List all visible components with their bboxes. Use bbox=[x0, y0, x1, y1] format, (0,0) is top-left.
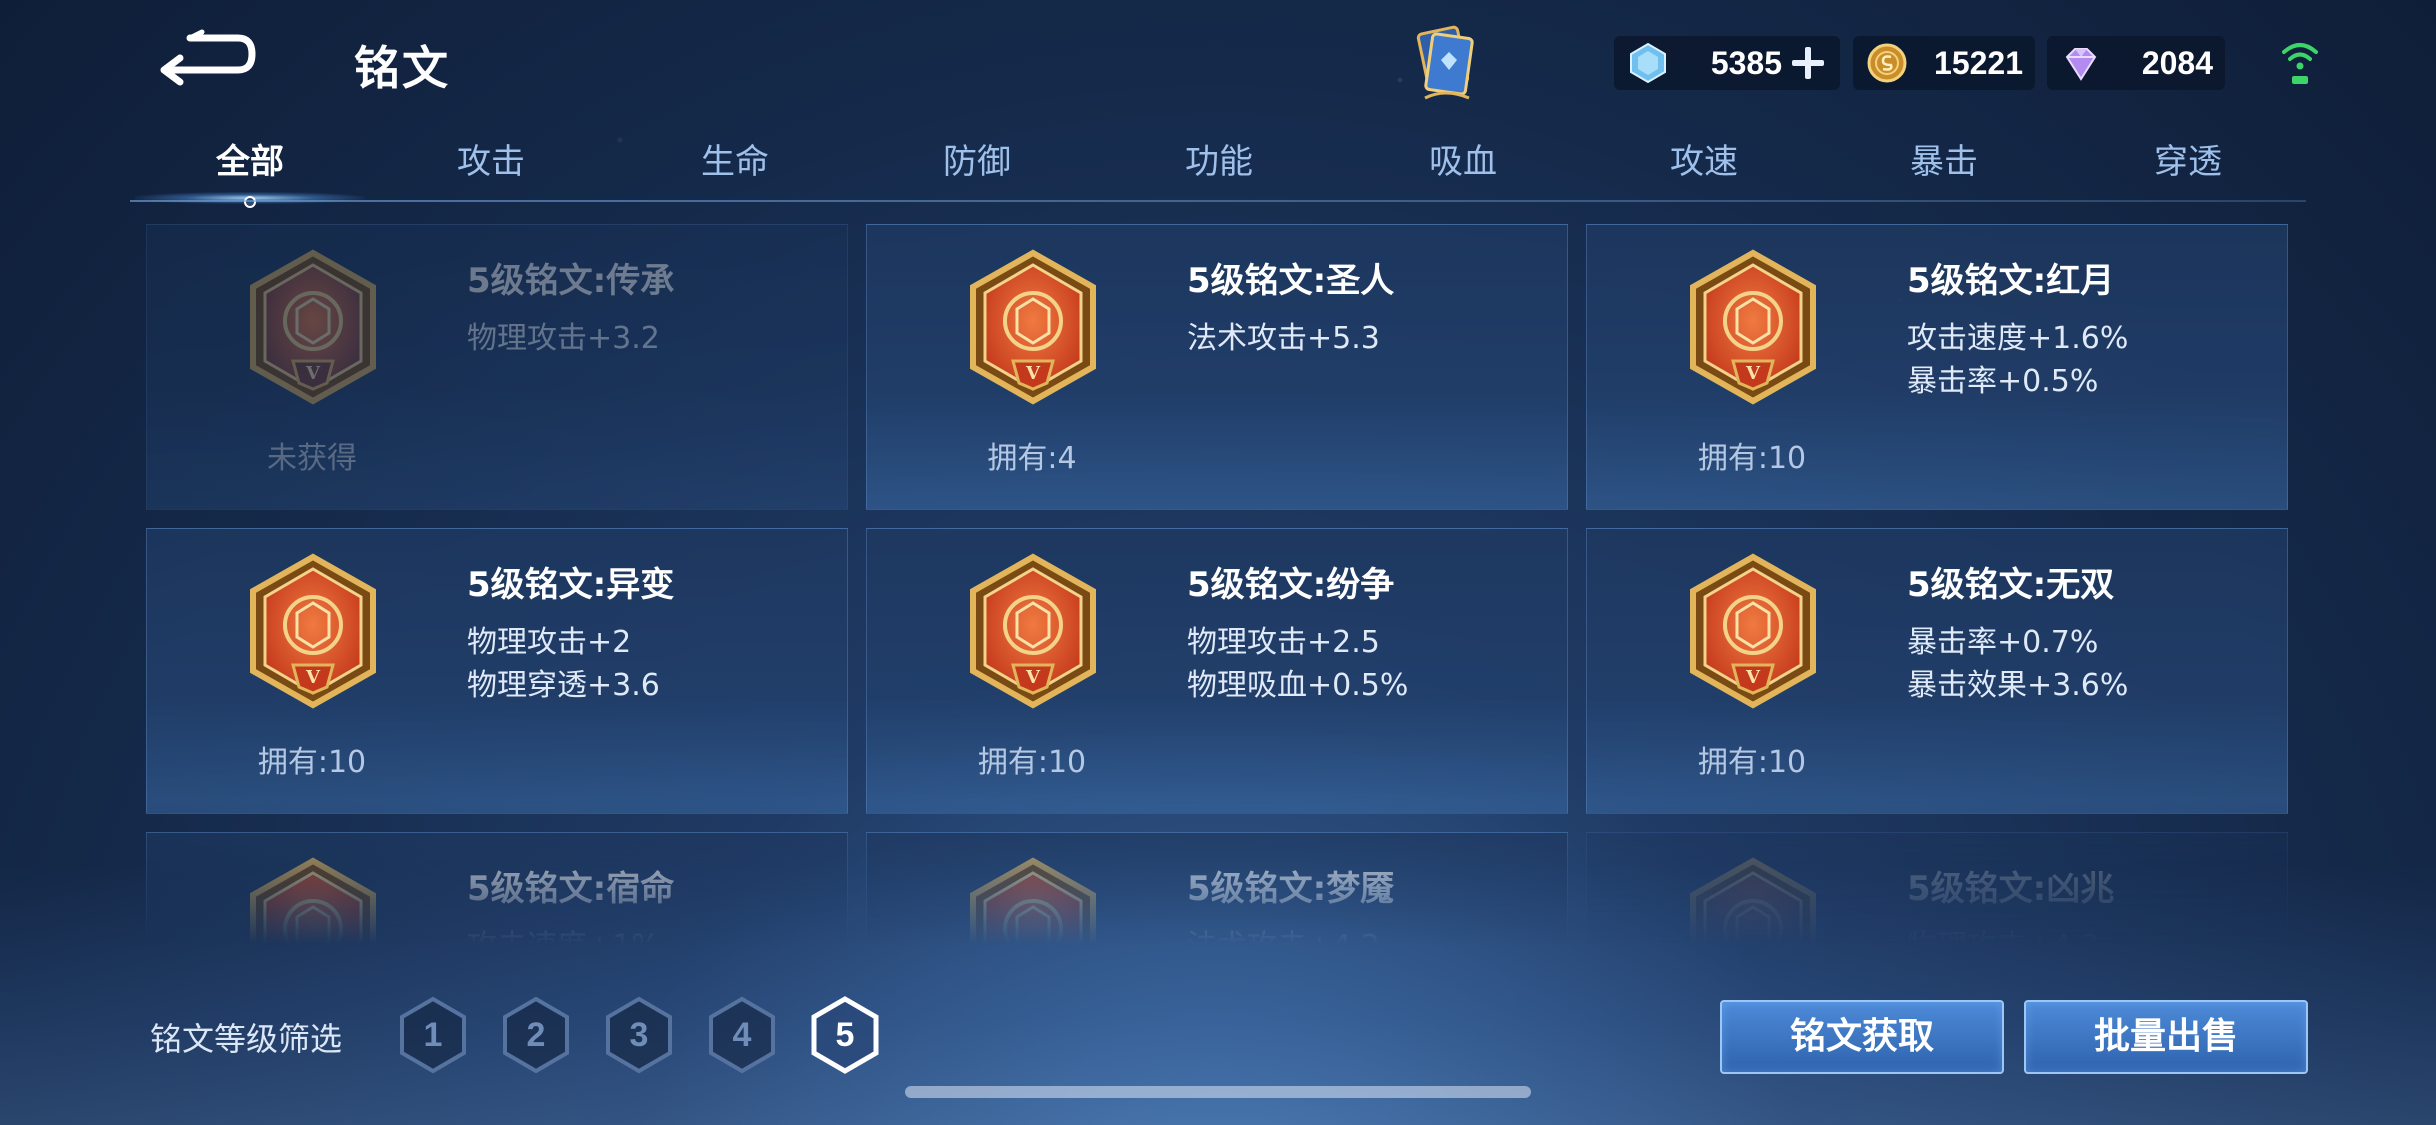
inscription-badge-icon: V bbox=[250, 857, 376, 944]
tab-all[interactable]: 全部 bbox=[135, 130, 365, 208]
inscription-stat: 暴击效果+3.6% bbox=[1907, 668, 2129, 703]
svg-text:V: V bbox=[305, 363, 321, 384]
level-filter-5[interactable]: 5 bbox=[810, 996, 880, 1074]
inscription-card[interactable]: V 5级铭文:圣人 法术攻击+5.3 拥有:4 bbox=[866, 224, 1568, 510]
tab-health[interactable]: 生命 bbox=[635, 130, 835, 202]
owned-count: 拥有:4 bbox=[987, 441, 1077, 476]
inscription-stat: 攻击速度+1% bbox=[467, 921, 660, 944]
category-tabs: 全部 攻击 生命 防御 功能 吸血 攻速 暴击 穿透 bbox=[130, 130, 2306, 208]
svg-text:V: V bbox=[1745, 363, 1761, 384]
back-arrow-icon[interactable] bbox=[150, 28, 262, 92]
inscription-name: 5级铭文:宿命 bbox=[467, 869, 675, 909]
inscription-stat: 法术攻击+4.2 bbox=[1187, 921, 1380, 944]
inscription-stat: 物理攻击+3.2 bbox=[467, 321, 660, 356]
tab-attack[interactable]: 攻击 bbox=[391, 130, 591, 202]
level-filter-2[interactable]: 2 bbox=[501, 996, 571, 1074]
inscription-card[interactable]: V 5级铭文:传承 物理攻击+3.2 未获得 bbox=[146, 224, 848, 510]
diamond-balance: 5385 bbox=[1614, 36, 1840, 90]
inscription-badge-icon: V bbox=[1690, 249, 1816, 405]
inscription-badge-icon: V bbox=[1690, 857, 1816, 944]
inscription-stat: 物理攻击+4.2 bbox=[1907, 921, 2100, 944]
inscription-stat: 暴击率+0.5% bbox=[1907, 364, 2099, 399]
diamond-icon bbox=[1630, 42, 1666, 84]
svg-text:V: V bbox=[305, 667, 321, 688]
inscription-badge-icon: V bbox=[250, 249, 376, 405]
owned-count: 拥有:10 bbox=[1697, 441, 1807, 476]
level-filter-4[interactable]: 4 bbox=[707, 996, 777, 1074]
gold-balance: 15221 bbox=[1853, 36, 2035, 90]
inscription-card[interactable]: V 5级铭文:纷争 物理攻击+2.5 物理吸血+0.5% 拥有:10 bbox=[866, 528, 1568, 814]
level-number: 5 bbox=[835, 1016, 855, 1054]
owned-count: 拥有:10 bbox=[257, 745, 367, 780]
gem-amount: 2084 bbox=[2141, 44, 2213, 81]
level-number: 3 bbox=[629, 1016, 649, 1054]
inscription-stat: 法术攻击+5.3 bbox=[1187, 321, 1380, 356]
tabs-divider bbox=[130, 200, 2306, 202]
inscription-badge-icon: V bbox=[970, 857, 1096, 944]
inscription-card-icon[interactable] bbox=[1405, 22, 1485, 106]
inscription-badge-icon: V bbox=[970, 249, 1096, 405]
inscription-stat: 攻击速度+1.6% bbox=[1907, 321, 2129, 356]
tab-penetration[interactable]: 穿透 bbox=[2088, 130, 2288, 202]
tab-utility[interactable]: 功能 bbox=[1119, 130, 1319, 202]
inscription-name: 5级铭文:梦魇 bbox=[1187, 869, 1395, 909]
active-tab-dot bbox=[244, 196, 256, 208]
inscription-card[interactable]: V 5级铭文:无双 暴击率+0.7% 暴击效果+3.6% 拥有:10 bbox=[1586, 528, 2288, 814]
add-diamond-button[interactable] bbox=[1788, 43, 1828, 83]
inscription-name: 5级铭文:圣人 bbox=[1187, 261, 1395, 301]
inscription-card[interactable]: V 5级铭文:梦魇 法术攻击+4.2 bbox=[866, 832, 1568, 944]
svg-text:V: V bbox=[1025, 363, 1041, 384]
level-number: 2 bbox=[526, 1016, 546, 1054]
owned-count: 拥有:10 bbox=[977, 745, 1087, 780]
level-number: 1 bbox=[423, 1016, 443, 1054]
inscription-name: 5级铭文:红月 bbox=[1907, 261, 2115, 301]
gold-coin-icon bbox=[1867, 43, 1907, 83]
gold-amount: 15221 bbox=[1934, 44, 2023, 81]
level-number: 4 bbox=[732, 1016, 752, 1054]
page-title: 铭文 bbox=[354, 41, 450, 95]
owned-count: 未获得 bbox=[267, 441, 357, 476]
svg-text:V: V bbox=[1025, 667, 1041, 688]
obtain-inscription-button[interactable]: 铭文获取 bbox=[1720, 1000, 2004, 1074]
level-filter-1[interactable]: 1 bbox=[398, 996, 468, 1074]
inscription-stat: 物理吸血+0.5% bbox=[1187, 668, 1409, 703]
purple-gem-icon bbox=[2065, 48, 2097, 81]
inscription-name: 5级铭文:无双 bbox=[1907, 565, 2115, 605]
home-indicator[interactable] bbox=[905, 1086, 1531, 1098]
inscription-badge-icon: V bbox=[1690, 553, 1816, 709]
inscription-stat: 暴击率+0.7% bbox=[1907, 625, 2099, 660]
inscription-card[interactable]: V 5级铭文:异变 物理攻击+2 物理穿透+3.6 拥有:10 bbox=[146, 528, 848, 814]
tab-attack-speed[interactable]: 攻速 bbox=[1604, 130, 1804, 202]
inscription-stat: 物理攻击+2 bbox=[467, 625, 632, 660]
inscription-badge-icon: V bbox=[970, 553, 1096, 709]
inscription-card[interactable]: V 5级铭文:宿命 攻击速度+1% bbox=[146, 832, 848, 944]
wifi-icon bbox=[2282, 43, 2318, 84]
batch-sell-button[interactable]: 批量出售 bbox=[2024, 1000, 2308, 1074]
diamond-amount: 5385 bbox=[1710, 44, 1782, 81]
inscription-badge-icon: V bbox=[250, 553, 376, 709]
inscription-name: 5级铭文:凶兆 bbox=[1907, 869, 2115, 909]
owned-count: 拥有:10 bbox=[1697, 745, 1807, 780]
inscription-grid: V 5级铭文:传承 物理攻击+3.2 未获得 V 5级铭文:圣人 法术攻击+5.… bbox=[146, 224, 2292, 944]
inscription-name: 5级铭文:异变 bbox=[467, 565, 675, 605]
tab-defense[interactable]: 防御 bbox=[877, 130, 1077, 202]
inscription-stat: 物理穿透+3.6 bbox=[467, 668, 660, 703]
inscription-stat: 物理攻击+2.5 bbox=[1187, 625, 1380, 660]
inscription-name: 5级铭文:传承 bbox=[467, 261, 675, 301]
svg-text:V: V bbox=[1745, 667, 1761, 688]
inscription-card[interactable]: V 5级铭文:红月 攻击速度+1.6% 暴击率+0.5% 拥有:10 bbox=[1586, 224, 2288, 510]
level-filter-3[interactable]: 3 bbox=[604, 996, 674, 1074]
tab-lifesteal[interactable]: 吸血 bbox=[1363, 130, 1563, 202]
level-filter-label: 铭文等级筛选 bbox=[150, 1020, 343, 1058]
inscription-name: 5级铭文:纷争 bbox=[1187, 565, 1395, 605]
inscription-card[interactable]: V 5级铭文:凶兆 物理攻击+4.2 bbox=[1586, 832, 2288, 944]
tab-critical[interactable]: 暴击 bbox=[1844, 130, 2044, 202]
gem-balance: 2084 bbox=[2047, 36, 2225, 90]
